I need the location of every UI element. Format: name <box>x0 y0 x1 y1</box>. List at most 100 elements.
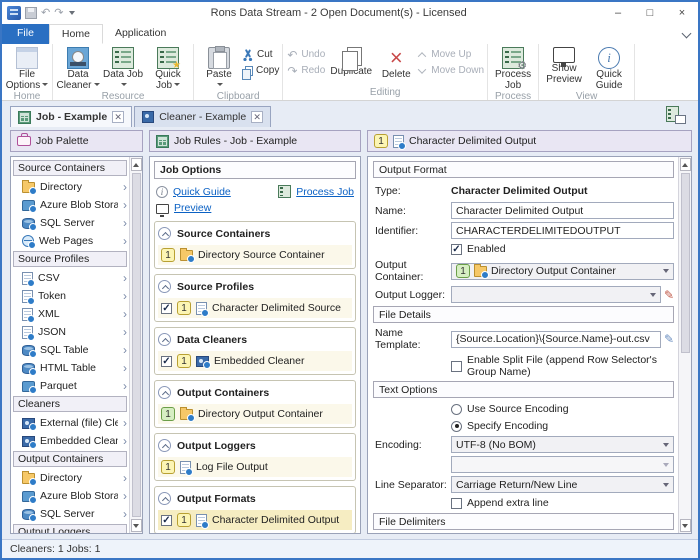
palette-item-output-directory[interactable]: Directory › <box>13 469 129 487</box>
palette-item-sql-server[interactable]: SQL Server › <box>13 214 129 232</box>
scroll-down-icon[interactable] <box>131 519 142 532</box>
doc-tab-job-example[interactable]: Job - Example ✕ <box>10 106 132 127</box>
collapse-icon[interactable] <box>158 227 171 240</box>
data-job-button[interactable]: Data Job <box>101 45 145 91</box>
palette-item-output-azure-blob-storage[interactable]: Azure Blob Storage › <box>13 487 129 505</box>
cut-button[interactable]: Cut <box>242 48 279 61</box>
name-input[interactable]: Character Delimited Output <box>451 202 674 219</box>
name-template-input[interactable]: {Source.Location}\{Source.Name}-out.csv <box>451 331 661 348</box>
palette-item-web-pages[interactable]: Web Pages › <box>13 232 129 250</box>
encoding-sub-dropdown[interactable] <box>451 456 674 473</box>
output-logger-dropdown[interactable] <box>451 286 661 303</box>
doc-tab-cleaner-example[interactable]: Cleaner - Example ✕ <box>134 106 271 127</box>
checkbox-checked[interactable]: ✓ <box>161 356 172 367</box>
checkbox-checked[interactable]: ✓ <box>161 303 172 314</box>
close-button[interactable]: × <box>666 2 698 24</box>
card-header[interactable]: Output Formats <box>158 489 352 508</box>
palette-item-html-table[interactable]: HTML Table › <box>13 359 129 377</box>
paste-button[interactable]: Paste <box>197 45 241 91</box>
scroll-thumb[interactable] <box>132 173 141 517</box>
tab-application[interactable]: Application <box>103 24 178 44</box>
move-up-button[interactable]: Move Up <box>416 48 484 61</box>
preview-link[interactable]: Preview <box>174 202 211 214</box>
palette-item-json[interactable]: JSON › <box>13 323 129 341</box>
rule-item-log-file-output[interactable]: 1 Log File Output <box>158 457 352 477</box>
use-source-encoding-radio[interactable] <box>451 404 462 415</box>
rule-item-directory-output-container[interactable]: 1 Directory Output Container <box>158 404 352 424</box>
app-icon[interactable] <box>7 6 21 20</box>
palette-item-sql-table[interactable]: SQL Table › <box>13 341 129 359</box>
specify-encoding-radio[interactable] <box>451 421 462 432</box>
collapse-icon[interactable] <box>158 386 171 399</box>
palette-item-embedded-cleaner[interactable]: Embedded Cleaner › <box>13 432 129 450</box>
undo-button[interactable]: ↶ Undo <box>286 48 325 61</box>
close-tab-icon[interactable]: ✕ <box>112 111 124 123</box>
process-job-window-icon[interactable] <box>666 106 686 124</box>
line-separator-row: Line Separator: Carriage Return/New Line <box>375 476 674 493</box>
palette-item-external-file-cleaner[interactable]: External (file) Clean › <box>13 414 129 432</box>
detail-scrollbar[interactable] <box>678 157 691 533</box>
card-header[interactable]: Data Cleaners <box>158 330 352 349</box>
tab-home[interactable]: Home <box>49 24 103 44</box>
star-icon: ★ <box>172 61 181 71</box>
palette-item-xml[interactable]: XML › <box>13 305 129 323</box>
redo-icon[interactable]: ↷ <box>54 8 63 19</box>
collapse-icon[interactable] <box>158 492 171 505</box>
tab-file[interactable]: File <box>2 24 49 44</box>
line-separator-dropdown[interactable]: Carriage Return/New Line <box>451 476 674 493</box>
scroll-up-icon[interactable] <box>131 158 142 171</box>
collapse-icon[interactable] <box>158 280 171 293</box>
maximize-button[interactable]: □ <box>634 2 666 24</box>
palette-scrollbar[interactable] <box>129 157 142 533</box>
rule-item-character-delimited-output[interactable]: ✓ 1 Character Delimited Output <box>158 510 352 530</box>
collapse-icon[interactable] <box>158 333 171 346</box>
rule-item-embedded-cleaner[interactable]: ✓ 1 Embedded Cleaner <box>158 351 352 371</box>
palette-item-token[interactable]: Token › <box>13 287 129 305</box>
palette-item-csv[interactable]: CSV › <box>13 269 129 287</box>
copy-button[interactable]: Copy <box>242 64 279 77</box>
rule-item-directory-source-container[interactable]: 1 Directory Source Container <box>158 245 352 265</box>
collapse-ribbon-icon[interactable] <box>682 29 692 39</box>
identifier-input[interactable]: CHARACTERDELIMITEDOUTPUT <box>451 222 674 239</box>
rule-item-character-delimited-source[interactable]: ✓ 1 Character Delimited Source <box>158 298 352 318</box>
quick-guide-link[interactable]: Quick Guide <box>173 186 231 198</box>
card-header[interactable]: Source Containers <box>158 224 352 243</box>
data-cleaner-button[interactable]: Data Cleaner <box>56 45 100 91</box>
card-header[interactable]: Output Loggers <box>158 436 352 455</box>
redo-button[interactable]: ↷ Redo <box>286 64 325 77</box>
scroll-up-icon[interactable] <box>680 158 691 171</box>
show-preview-button[interactable]: Show Preview <box>542 45 586 85</box>
scroll-down-icon[interactable] <box>680 519 691 532</box>
process-job-button[interactable]: ⚙ Process Job <box>491 45 535 91</box>
edit-logger-icon[interactable]: ✎ <box>664 289 674 301</box>
collapse-icon[interactable] <box>158 439 171 452</box>
encoding-dropdown[interactable]: UTF-8 (No BOM) <box>451 436 674 453</box>
file-options-button[interactable]: File Options <box>5 45 49 91</box>
duplicate-button[interactable]: Duplicate <box>326 45 376 78</box>
quick-guide-button[interactable]: i Quick Guide <box>587 45 631 91</box>
delete-button[interactable]: × Delete <box>377 45 415 81</box>
undo-icon[interactable]: ↶ <box>41 8 50 19</box>
scroll-thumb[interactable] <box>681 173 690 353</box>
split-file-checkbox[interactable] <box>451 361 462 372</box>
card-header[interactable]: Source Profiles <box>158 277 352 296</box>
process-job-link[interactable]: Process Job <box>296 186 354 198</box>
palette-item-parquet[interactable]: Parquet › <box>13 377 129 395</box>
quick-job-button[interactable]: ★ Quick Job <box>146 45 190 91</box>
save-icon[interactable] <box>25 7 37 19</box>
palette-item-output-sql-server[interactable]: SQL Server › <box>13 505 129 523</box>
card-header[interactable]: Output Containers <box>158 383 352 402</box>
move-down-button[interactable]: Move Down <box>416 64 484 77</box>
type-value: Character Delimited Output <box>451 185 588 197</box>
dropdown-caret-icon <box>663 269 669 273</box>
panel-area: Job Palette Source Containers Directory … <box>8 127 692 534</box>
append-extra-line-checkbox[interactable] <box>451 498 462 509</box>
palette-item-directory[interactable]: Directory › <box>13 178 129 196</box>
checkbox-checked[interactable]: ✓ <box>161 515 172 526</box>
close-tab-icon[interactable]: ✕ <box>251 111 263 123</box>
edit-template-icon[interactable]: ✎ <box>664 333 674 345</box>
palette-item-azure-blob-storage[interactable]: Azure Blob Storage › <box>13 196 129 214</box>
enabled-checkbox[interactable]: ✓ <box>451 244 462 255</box>
minimize-button[interactable]: – <box>602 2 634 24</box>
output-container-dropdown[interactable]: 1 Directory Output Container <box>451 263 674 280</box>
